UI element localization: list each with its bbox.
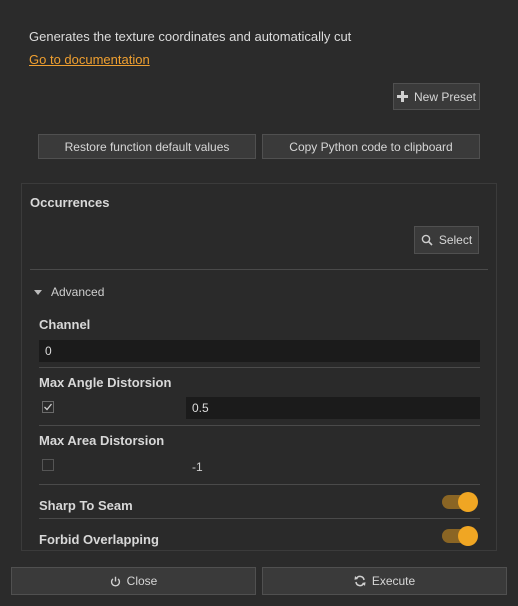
max-angle-label: Max Angle Distorsion <box>39 375 172 390</box>
search-icon <box>421 234 433 246</box>
max-angle-checkbox[interactable] <box>42 401 54 413</box>
plus-icon <box>396 91 408 102</box>
execute-button[interactable]: Execute <box>262 567 507 595</box>
forbid-overlapping-toggle[interactable] <box>442 526 478 546</box>
forbid-overlapping-label: Forbid Overlapping <box>39 532 159 547</box>
max-area-checkbox[interactable] <box>42 459 54 471</box>
sharp-to-seam-label: Sharp To Seam <box>39 498 133 513</box>
chevron-down-icon <box>34 289 42 295</box>
power-icon <box>110 576 120 587</box>
divider <box>39 367 480 368</box>
refresh-icon <box>354 575 366 587</box>
copy-python-button[interactable]: Copy Python code to clipboard <box>262 134 480 159</box>
divider <box>39 518 480 519</box>
toggle-knob <box>458 526 478 546</box>
new-preset-button[interactable]: New Preset <box>393 83 480 110</box>
toggle-knob <box>458 492 478 512</box>
check-icon <box>44 403 53 411</box>
advanced-label: Advanced <box>51 285 105 299</box>
max-angle-field[interactable]: 0.5 <box>186 397 480 419</box>
new-preset-label: New Preset <box>413 89 477 104</box>
execute-label: Execute <box>371 574 416 588</box>
channel-field[interactable]: 0 <box>39 340 480 362</box>
sharp-to-seam-toggle[interactable] <box>442 492 478 512</box>
documentation-link[interactable]: Go to documentation <box>29 52 150 67</box>
advanced-toggle[interactable]: Advanced <box>34 285 104 299</box>
divider <box>39 484 480 485</box>
function-description: Generates the texture coordinates and au… <box>29 29 352 44</box>
max-area-value[interactable]: -1 <box>192 460 203 474</box>
close-button[interactable]: Close <box>11 567 256 595</box>
divider <box>39 425 480 426</box>
restore-defaults-label: Restore function default values <box>64 139 230 154</box>
restore-defaults-button[interactable]: Restore function default values <box>38 134 256 159</box>
select-label: Select <box>438 233 473 247</box>
occurrences-title: Occurrences <box>30 195 110 210</box>
select-button[interactable]: Select <box>414 226 479 254</box>
close-label: Close <box>126 574 158 588</box>
channel-label: Channel <box>39 317 91 332</box>
max-area-label: Max Area Distorsion <box>39 433 165 448</box>
parameters-panel: Occurrences Select Advanced Channel 0 Ma… <box>21 183 497 551</box>
divider <box>30 269 488 270</box>
copy-python-label: Copy Python code to clipboard <box>289 139 453 154</box>
